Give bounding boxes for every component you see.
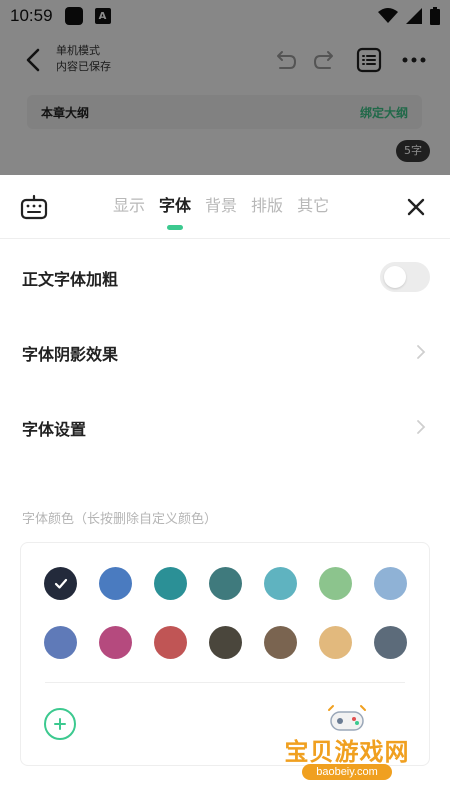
chevron-right-icon [417, 420, 426, 434]
gamepad-logo-icon [328, 705, 366, 731]
color-swatch[interactable] [209, 626, 242, 659]
color-swatch[interactable] [319, 626, 352, 659]
watermark-url: baobeiy.com [302, 764, 392, 780]
tab-font[interactable]: 字体 [159, 195, 192, 230]
close-icon[interactable] [406, 197, 426, 217]
color-swatch[interactable] [374, 626, 407, 659]
color-swatch[interactable] [264, 567, 297, 600]
tab-other[interactable]: 其它 [297, 195, 329, 219]
tab-display[interactable]: 显示 [113, 195, 145, 219]
color-swatch[interactable] [264, 626, 297, 659]
tab-background[interactable]: 背景 [205, 195, 237, 219]
color-swatch[interactable] [319, 567, 352, 600]
settings-tabs: 显示 字体 背景 排版 其它 [113, 195, 329, 230]
toggle-knob [384, 266, 406, 288]
active-tab-indicator [167, 225, 184, 230]
sheet-header: 显示 字体 背景 排版 其它 [0, 175, 450, 239]
bold-body-label: 正文字体加粗 [22, 270, 119, 289]
bold-body-toggle[interactable] [380, 262, 430, 292]
keyboard-icon[interactable] [20, 194, 48, 220]
watermark-text: 宝贝游戏网 [284, 738, 410, 766]
color-swatch[interactable] [99, 626, 132, 659]
color-swatch[interactable] [154, 626, 187, 659]
add-color-button[interactable] [44, 708, 76, 740]
plus-icon [54, 718, 66, 730]
font-settings-row[interactable]: 字体设置 [0, 389, 450, 464]
color-swatch[interactable] [44, 626, 77, 659]
tab-font-label: 字体 [159, 196, 192, 215]
check-icon [54, 578, 67, 589]
bold-body-row[interactable]: 正文字体加粗 [0, 239, 450, 314]
color-swatch[interactable] [99, 567, 132, 600]
font-color-section-label: 字体颜色（长按删除自定义颜色） [22, 512, 218, 527]
font-settings-label: 字体设置 [22, 420, 87, 439]
modal-overlay[interactable] [0, 0, 450, 175]
tab-layout[interactable]: 排版 [251, 195, 283, 219]
font-shadow-row[interactable]: 字体阴影效果 [0, 314, 450, 389]
chevron-right-icon [417, 345, 426, 359]
color-swatch[interactable] [154, 567, 187, 600]
color-swatch[interactable] [44, 567, 77, 600]
color-swatch[interactable] [209, 567, 242, 600]
palette-divider [45, 682, 405, 683]
site-watermark: 宝贝游戏网 baobeiy.com [272, 700, 422, 792]
color-swatch[interactable] [374, 567, 407, 600]
font-shadow-label: 字体阴影效果 [22, 345, 119, 364]
